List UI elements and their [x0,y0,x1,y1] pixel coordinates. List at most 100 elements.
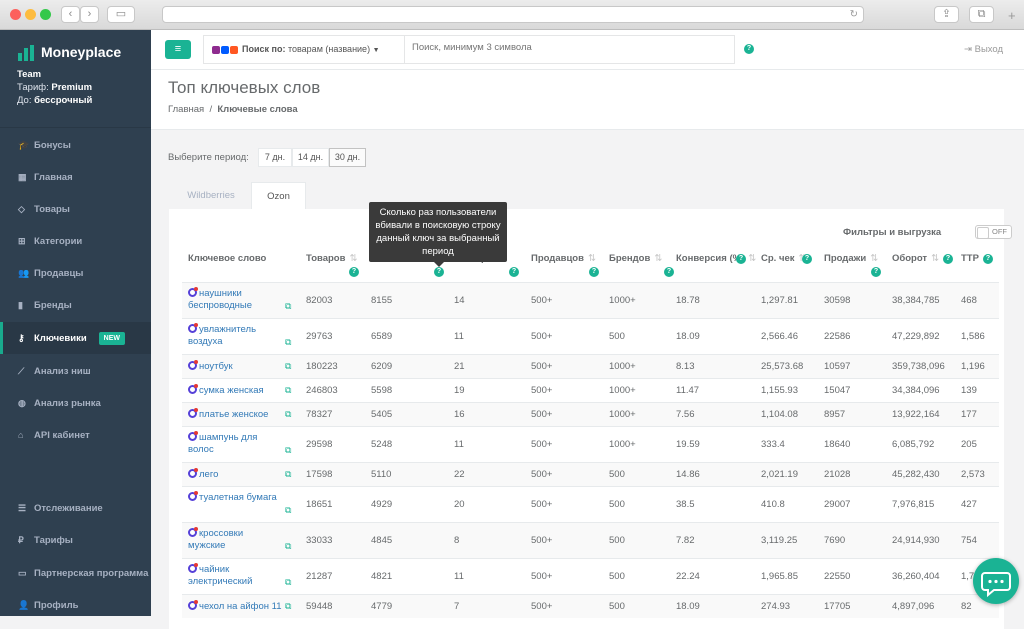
sidebar-item-products[interactable]: ◇ Товары [0,193,151,225]
sidebar-toggle-icon[interactable]: ▭ [107,6,135,23]
table-row[interactable]: чайник электрический ⧉ 21287 4821 11 500+ 500 2… [182,558,999,594]
column-header-turnover[interactable]: Оборот ⇅ [892,253,939,264]
external-link-icon[interactable]: ⧉ [285,361,291,372]
table-cell: 2,573 [961,469,985,480]
filters-toggle[interactable]: OFF [975,225,1012,239]
keyword-link[interactable]: чайник электрический [188,563,283,588]
help-icon[interactable]: ? [736,254,746,264]
column-header-sellers[interactable]: Продавцов ⇅ [531,253,596,264]
search-help-icon[interactable]: ? [744,44,754,54]
help-icon[interactable]: ? [983,254,993,264]
help-icon[interactable]: ? [664,267,674,277]
keyword-link[interactable]: лего [188,468,283,481]
period-14-button[interactable]: 14 дн. [292,148,329,167]
column-header-sales[interactable]: Продажи ⇅ [824,253,878,264]
table-row[interactable]: туалетная бумага ⧉ 18651 4929 20 500+ 500 38.5 4… [182,486,999,522]
search-input[interactable] [412,42,732,53]
header-label: Ср. чек [761,253,795,264]
brand-name: Moneyplace [41,44,122,60]
help-icon[interactable]: ? [589,267,599,277]
sidebar-item-partner[interactable]: ▭ Партнерская программа [0,557,151,589]
sidebar-item-keywords[interactable]: ⚷ Ключевики NEW [0,322,151,354]
breadcrumb-home[interactable]: Главная [168,104,204,115]
column-header-products[interactable]: Товаров ⇅ [306,253,357,264]
tab-ozon[interactable]: Ozon [251,182,306,209]
sidebar-item-niche-analysis[interactable]: ⟋ Анализ ниш [0,355,151,387]
sidebar-item-bonuses[interactable]: 🎓 Бонусы [0,129,151,161]
new-tab-icon[interactable]: + [1008,8,1016,23]
column-header-avg-check[interactable]: Ср. чек⇅ [761,253,806,264]
table-cell: 500+ [531,535,553,546]
help-icon[interactable]: ? [871,267,881,277]
sidebar-item-tariffs[interactable]: ₽ Тарифы [0,524,151,556]
logout-link[interactable]: ⇥ Выход [964,44,1003,55]
column-header-brands[interactable]: Брендов ⇅ [609,253,662,264]
minimize-window-icon[interactable] [25,9,36,20]
tabs-overview-icon[interactable]: ⧉ [969,6,994,23]
table-row[interactable]: ноутбук ⧉ 180223 6209 21 500+ 1000+ 8.13 25,573.… [182,354,999,378]
external-link-icon[interactable]: ⧉ [285,541,291,552]
external-link-icon[interactable]: ⧉ [285,601,291,612]
keyword-link[interactable]: кроссовки мужские [188,527,283,552]
keyword-link[interactable]: шампунь для волос [188,431,283,456]
external-link-icon[interactable]: ⧉ [285,445,291,456]
external-link-icon[interactable]: ⧉ [285,577,291,588]
close-window-icon[interactable] [10,9,21,20]
table-cell: 1,586 [961,331,985,342]
period-7-button[interactable]: 7 дн. [258,148,292,167]
external-link-icon[interactable]: ⧉ [285,469,291,480]
search-type-select[interactable]: Поиск по: товарам (название) ▼ [204,36,405,63]
column-header-keyword[interactable]: Ключевое слово [188,253,266,264]
sidebar-item-sellers[interactable]: 👥 Продавцы [0,257,151,289]
forward-icon[interactable]: › [80,6,99,23]
external-link-icon[interactable]: ⧉ [285,337,291,348]
brand-logo[interactable]: Moneyplace [17,44,121,62]
sidebar-item-profile[interactable]: 👤 Профиль [0,589,151,621]
sign-out-icon: ⇥ [964,44,972,55]
external-link-icon[interactable]: ⧉ [285,505,291,516]
keyword-link[interactable]: ноутбук [188,360,283,373]
sidebar-item-home[interactable]: ▦ Главная [0,161,151,193]
help-icon[interactable]: ? [943,254,953,264]
share-icon[interactable]: ⇪ [934,6,959,23]
table-row[interactable]: чехол на айфон 11 ⧉ 59448 4779 7 500+ 500 18.09… [182,594,999,618]
zoom-window-icon[interactable] [40,9,51,20]
tab-wildberries[interactable]: Wildberries [171,182,251,209]
keyword-link[interactable]: наушники беспроводные [188,287,283,312]
back-icon[interactable]: ‹ [61,6,80,23]
help-icon[interactable]: ? [434,267,444,277]
table-row[interactable]: сумка женская ⧉ 246803 5598 19 500+ 1000+ 11.47… [182,378,999,402]
table-row[interactable]: увлажнитель воздуха ⧉ 29763 6589 11 500+ 500 18… [182,318,999,354]
sidebar-item-market-analysis[interactable]: ◍ Анализ рынка [0,387,151,419]
column-header-ttp[interactable]: TTP [961,253,979,264]
keyword-link[interactable]: сумка женская [188,384,283,397]
sidebar-item-api[interactable]: ⌂ API кабинет [0,419,151,451]
help-icon[interactable]: ? [802,254,812,264]
keyword-link[interactable]: платье женское [188,408,283,421]
sidebar-item-brands[interactable]: ▮ Бренды [0,289,151,321]
external-link-icon[interactable]: ⧉ [285,409,291,420]
table-row[interactable]: лего ⧉ 17598 5110 22 500+ 500 14.86 2,021.19 2102… [182,462,999,486]
table-cell: 78327 [306,409,333,420]
sidebar-item-categories[interactable]: ⊞ Категории [0,225,151,257]
keyword-link[interactable]: туалетная бумага [188,491,283,504]
sidebar-item-tracking[interactable]: ☰ Отслеживание [0,492,151,524]
table-row[interactable]: платье женское ⧉ 78327 5405 16 500+ 1000+ 7.56 1… [182,402,999,426]
table-cell: 29598 [306,439,333,450]
reload-icon[interactable]: ↻ [850,7,858,22]
table-cell: 24,914,930 [892,535,940,546]
keyword-link[interactable]: увлажнитель воздуха [188,323,283,348]
external-link-icon[interactable]: ⧉ [285,385,291,396]
chat-button[interactable] [973,558,1019,604]
table-row[interactable]: шампунь для волос ⧉ 29598 5248 11 500+ 1000+ 19… [182,426,999,462]
help-icon[interactable]: ? [349,267,359,277]
period-30-button[interactable]: 30 дн. [329,148,366,167]
table-row[interactable]: кроссовки мужские ⧉ 33033 4845 8 500+ 500 7.82 3… [182,522,999,558]
external-link-icon[interactable]: ⧉ [285,301,291,312]
menu-toggle-button[interactable]: ≡ [165,40,191,59]
column-help-tooltip: Сколько раз пользователи вбивали в поиск… [369,202,507,267]
help-icon[interactable]: ? [509,267,519,277]
table-row[interactable]: наушники беспроводные ⧉ 82003 8155 14 500+ 100… [182,282,999,318]
keyword-link[interactable]: чехол на айфон 11 [188,600,283,613]
address-bar[interactable]: ↻ [162,6,864,23]
